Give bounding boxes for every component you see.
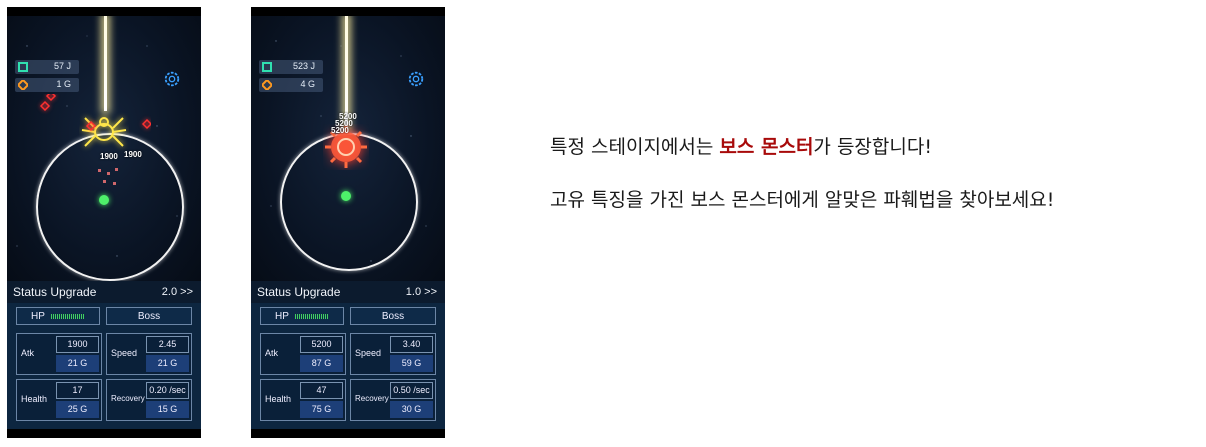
energy-value: 57 J [53,61,71,71]
upgrade-panel: HP Boss Atk 5200 87 G Speed 3.40 59 G He… [251,303,445,429]
game-speed-button[interactable]: 1.0 >> [406,286,437,298]
stat-card-recovery: Recovery 0.50 /sec 30 G [350,379,436,421]
caption-line-1: 특정 스테이지에서는 보스 몬스터가 등장합니다! [550,132,932,159]
status-upgrade-title: Status Upgrade [13,285,97,299]
stat-value: 2.45 [146,336,189,353]
stat-name: Health [21,394,48,404]
upgrade-cost-button[interactable]: 75 G [300,401,343,418]
stat-name: Recovery [355,394,389,403]
stat-value: 17 [56,382,99,399]
orange-diamond-gold-icon [262,80,272,90]
upgrade-cost-button[interactable]: 21 G [146,355,189,372]
stat-card-speed: Speed 3.40 59 G [350,333,436,375]
upgrade-cost-button[interactable]: 15 G [146,401,189,418]
hp-label: HP [275,311,289,322]
orange-diamond-gold-icon [18,80,28,90]
upgrade-cost-button[interactable]: 25 G [56,401,99,418]
stat-card-recovery: Recovery 0.20 /sec 15 G [106,379,192,421]
stat-name: Atk [21,348,35,358]
damage-number: 1900 [124,150,142,159]
upgrade-cost-button[interactable]: 87 G [300,355,343,372]
status-upgrade-header: Status Upgrade 2.0 >> [7,281,201,303]
stat-value: 0.50 /sec [390,382,433,399]
game-field: 523 J 4 G 5200 5200 5200 [251,16,445,281]
stat-card-health: Health 47 75 G [260,379,346,421]
screen-top-bar [7,7,201,16]
gold-value: 4 G [300,79,315,89]
damage-number: 5200 [331,126,349,135]
gold-counter: 4 G [259,78,323,92]
stat-value: 47 [300,382,343,399]
stat-name: Atk [265,348,279,358]
status-upgrade-title: Status Upgrade [257,285,341,299]
status-upgrade-header: Status Upgrade 1.0 >> [251,281,445,303]
stat-name: Health [265,394,292,404]
green-square-energy-icon [262,62,272,72]
gold-counter: 1 G [15,78,79,92]
player-core [341,191,351,201]
game-screen-2: 523 J 4 G 5200 5200 5200 Status Upgrade … [251,7,445,438]
screen-bottom-bar [251,429,445,438]
caption-line-2: 고유 특징을 가진 보스 몬스터에게 알맞은 파훼법을 찾아보세요! [550,189,1055,211]
caption-text: 가 등장합니다! [813,136,932,158]
energy-counter: 57 J [15,60,79,74]
gear-icon[interactable] [163,70,181,88]
gold-value: 1 G [56,79,71,89]
stat-value: 5200 [300,336,343,353]
stat-name: Speed [355,348,382,358]
stat-card-health: Health 17 25 G [16,379,102,421]
caption-text: 특정 스테이지에서는 [550,136,720,158]
stat-card-atk: Atk 1900 21 G [16,333,102,375]
hp-label: HP [31,311,45,322]
screen-top-bar [251,7,445,16]
stat-card-atk: Atk 5200 87 G [260,333,346,375]
enemy-group [39,94,151,132]
boss-button[interactable]: Boss [106,307,192,325]
upgrade-cost-button[interactable]: 30 G [390,401,433,418]
screen-bottom-bar [7,429,201,438]
game-screen-1: 57 J 1 G 1900 1900 Status Upgrade 2.0 >>… [7,7,201,438]
boss-button[interactable]: Boss [350,307,436,325]
game-speed-button[interactable]: 2.0 >> [162,286,193,298]
stat-value: 1900 [56,336,99,353]
energy-value: 523 J [292,61,315,71]
stat-card-speed: Speed 2.45 21 G [106,333,192,375]
green-square-energy-icon [18,62,28,72]
debris-particles [98,168,118,185]
stat-value: 3.40 [390,336,433,353]
hp-button[interactable]: HP [260,307,344,325]
upgrade-panel: HP Boss Atk 1900 21 G Speed 2.45 21 G He… [7,303,201,429]
player-core [99,195,109,205]
hp-bar [50,313,85,319]
stat-value: 0.20 /sec [146,382,189,399]
caption-highlight: 보스 몬스터 [719,136,814,158]
gear-icon[interactable] [407,70,425,88]
energy-counter: 523 J [259,60,323,74]
hp-button[interactable]: HP [16,307,100,325]
upgrade-cost-button[interactable]: 21 G [56,355,99,372]
stat-name: Recovery [111,394,145,403]
stat-name: Speed [111,348,138,358]
hp-bar [294,313,329,319]
game-field: 57 J 1 G 1900 1900 [7,16,201,281]
damage-number: 1900 [100,152,118,161]
upgrade-cost-button[interactable]: 59 G [390,355,433,372]
